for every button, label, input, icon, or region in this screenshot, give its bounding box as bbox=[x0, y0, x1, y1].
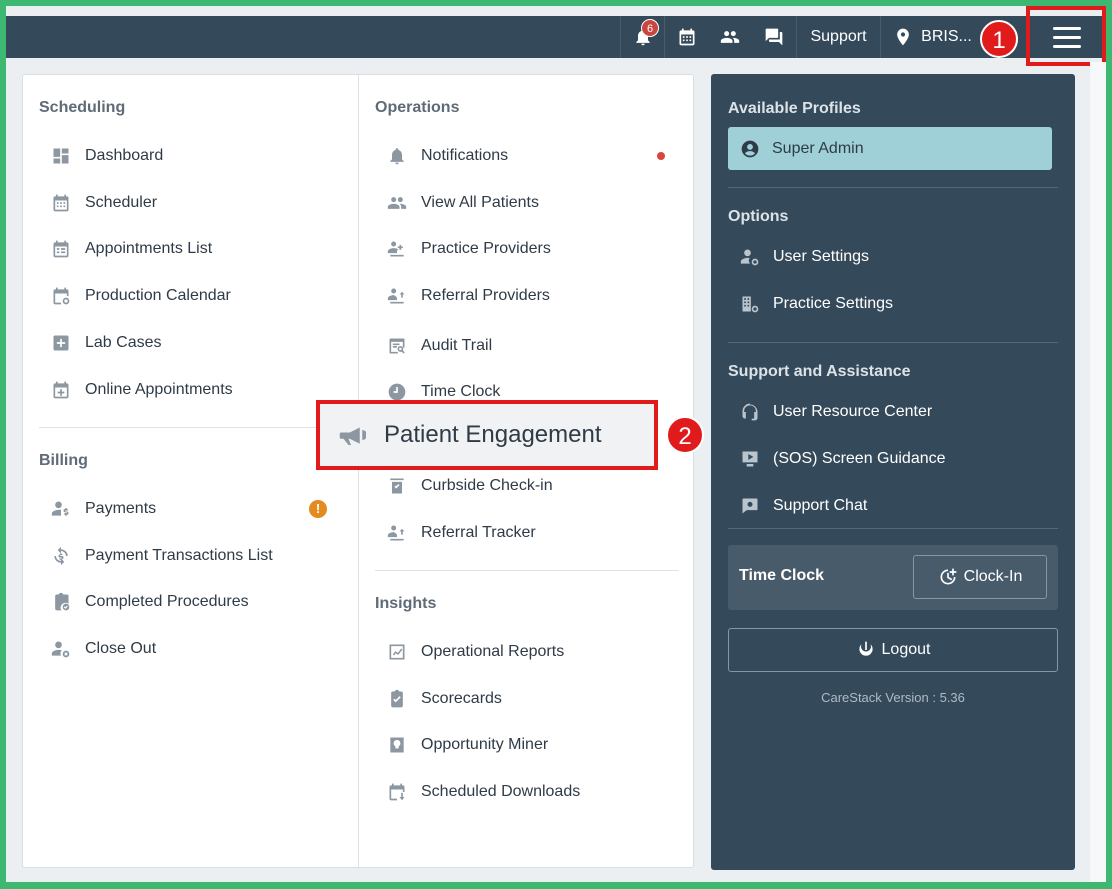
chat-icon bbox=[765, 28, 783, 46]
patient-engagement-label: Patient Engagement bbox=[384, 421, 602, 448]
menu-item-close-out[interactable]: Close Out bbox=[51, 634, 156, 664]
provider-icon bbox=[387, 241, 404, 257]
hamburger-icon bbox=[1053, 26, 1081, 30]
profile-panel: Available Profiles Super Admin Options U… bbox=[711, 74, 1075, 870]
refresh-dollar-icon bbox=[54, 546, 68, 566]
top-bar: 6 Support BRIS... bbox=[6, 16, 1106, 58]
time-clock-label: Time Clock bbox=[739, 567, 825, 584]
referral-provider-icon bbox=[387, 288, 405, 304]
menu-item-opportunity-miner[interactable]: Opportunity Miner bbox=[387, 730, 548, 760]
user-close-icon bbox=[51, 641, 70, 658]
user-settings-item[interactable]: User Settings bbox=[739, 242, 869, 272]
profile-super-admin-button[interactable]: Super Admin bbox=[728, 127, 1052, 170]
clock-in-button[interactable]: Clock-In bbox=[913, 555, 1047, 599]
billing-title: Billing bbox=[39, 452, 88, 469]
clipboard-icon bbox=[391, 689, 403, 708]
menu-item-audit-trail[interactable]: Audit Trail bbox=[387, 331, 492, 361]
calendar-button[interactable] bbox=[664, 16, 708, 58]
support-assistance-title: Support and Assistance bbox=[728, 363, 911, 380]
step-2-marker: 2 bbox=[666, 416, 704, 454]
chat-gear-icon bbox=[742, 498, 758, 514]
building-gear-icon bbox=[742, 296, 759, 313]
menu-item-scheduled-downloads[interactable]: Scheduled Downloads bbox=[387, 777, 580, 807]
version-text: CareStack Version : 5.36 bbox=[821, 690, 965, 705]
calendar-list-icon bbox=[53, 240, 69, 258]
referral-tracker-icon bbox=[387, 525, 405, 541]
calendar-gear-icon bbox=[53, 287, 70, 305]
audit-search-icon bbox=[389, 338, 405, 354]
dashboard-icon bbox=[53, 148, 69, 164]
power-icon bbox=[858, 641, 873, 656]
operations-title: Operations bbox=[375, 99, 460, 116]
users-icon bbox=[387, 197, 407, 209]
available-profiles-title: Available Profiles bbox=[728, 100, 861, 117]
location-label: BRIS... bbox=[921, 28, 972, 45]
chart-line-icon bbox=[389, 644, 405, 660]
chat-button[interactable] bbox=[752, 16, 796, 58]
support-chat-item[interactable]: Support Chat bbox=[739, 491, 867, 521]
sos-screen-guidance-item[interactable]: (SOS) Screen Guidance bbox=[739, 444, 946, 474]
clipboard-check-icon bbox=[55, 592, 70, 611]
location-pin-icon bbox=[897, 28, 909, 46]
menu-item-practice-providers[interactable]: Practice Providers bbox=[387, 234, 551, 264]
menu-item-view-all-patients[interactable]: View All Patients bbox=[387, 188, 539, 218]
main-menu-panel: Scheduling Dashboard Scheduler Appointme… bbox=[22, 74, 694, 868]
calendar-download-icon bbox=[389, 783, 405, 801]
user-resource-center-item[interactable]: User Resource Center bbox=[739, 397, 932, 427]
menu-item-lab-cases[interactable]: Lab Cases bbox=[51, 328, 162, 358]
headset-icon bbox=[742, 403, 758, 421]
notification-count-badge: 6 bbox=[641, 19, 659, 37]
menu-item-completed-procedures[interactable]: Completed Procedures bbox=[51, 587, 249, 617]
clock-in-icon bbox=[940, 568, 956, 585]
hamburger-menu-button[interactable] bbox=[1034, 18, 1100, 56]
user-gear-icon bbox=[740, 249, 759, 266]
step-1-marker: 1 bbox=[980, 20, 1018, 58]
practice-settings-item[interactable]: Practice Settings bbox=[739, 289, 893, 319]
menu-item-scorecards[interactable]: Scorecards bbox=[387, 684, 502, 714]
menu-item-appointments-list[interactable]: Appointments List bbox=[51, 234, 212, 264]
menu-item-payment-transactions-list[interactable]: Payment Transactions List bbox=[51, 541, 273, 571]
notifications-button[interactable]: 6 bbox=[620, 16, 664, 58]
opportunity-icon bbox=[390, 737, 404, 753]
monitor-play-icon bbox=[742, 451, 758, 467]
app-frame: 6 Support BRIS... 1 Scheduling Dashboard bbox=[6, 6, 1106, 882]
scheduling-title: Scheduling bbox=[39, 99, 126, 116]
support-button[interactable]: Support bbox=[796, 16, 880, 58]
time-clock-section: Time Clock Clock-In bbox=[728, 545, 1058, 610]
menu-item-dashboard[interactable]: Dashboard bbox=[51, 141, 163, 171]
menu-item-notifications[interactable]: Notifications bbox=[387, 141, 508, 171]
page-scroll-strip bbox=[1090, 62, 1106, 882]
menu-item-referral-tracker[interactable]: Referral Tracker bbox=[387, 518, 536, 548]
user-circle-icon bbox=[741, 140, 759, 157]
notifications-unread-dot bbox=[657, 152, 665, 160]
menu-item-patient-engagement[interactable]: Patient Engagement bbox=[316, 400, 658, 470]
menu-item-payments[interactable]: Payments bbox=[51, 494, 156, 524]
calendar-grid-icon bbox=[53, 194, 69, 212]
payments-warning-badge: ! bbox=[309, 500, 327, 518]
calendar-icon bbox=[679, 28, 694, 46]
menu-item-online-appointments[interactable]: Online Appointments bbox=[51, 375, 233, 405]
patients-button[interactable] bbox=[708, 16, 752, 58]
megaphone-icon bbox=[339, 427, 366, 445]
menu-item-scheduler[interactable]: Scheduler bbox=[51, 188, 157, 218]
menu-item-production-calendar[interactable]: Production Calendar bbox=[51, 281, 231, 311]
users-icon bbox=[720, 31, 740, 43]
location-selector[interactable]: BRIS... bbox=[880, 16, 984, 58]
menu-item-curbside-check-in[interactable]: Curbside Check-in bbox=[387, 471, 553, 501]
clock-icon bbox=[388, 383, 406, 401]
user-dollar-icon bbox=[51, 501, 69, 516]
insights-title: Insights bbox=[375, 595, 437, 612]
lab-case-icon bbox=[53, 335, 69, 351]
bell-icon bbox=[390, 148, 404, 165]
support-label: Support bbox=[810, 28, 867, 45]
logout-button[interactable]: Logout bbox=[728, 628, 1058, 672]
menu-item-referral-providers[interactable]: Referral Providers bbox=[387, 281, 550, 311]
calendar-plus-icon bbox=[53, 381, 69, 399]
menu-item-operational-reports[interactable]: Operational Reports bbox=[387, 637, 564, 667]
location-check-icon bbox=[390, 478, 404, 494]
options-title: Options bbox=[728, 208, 789, 225]
